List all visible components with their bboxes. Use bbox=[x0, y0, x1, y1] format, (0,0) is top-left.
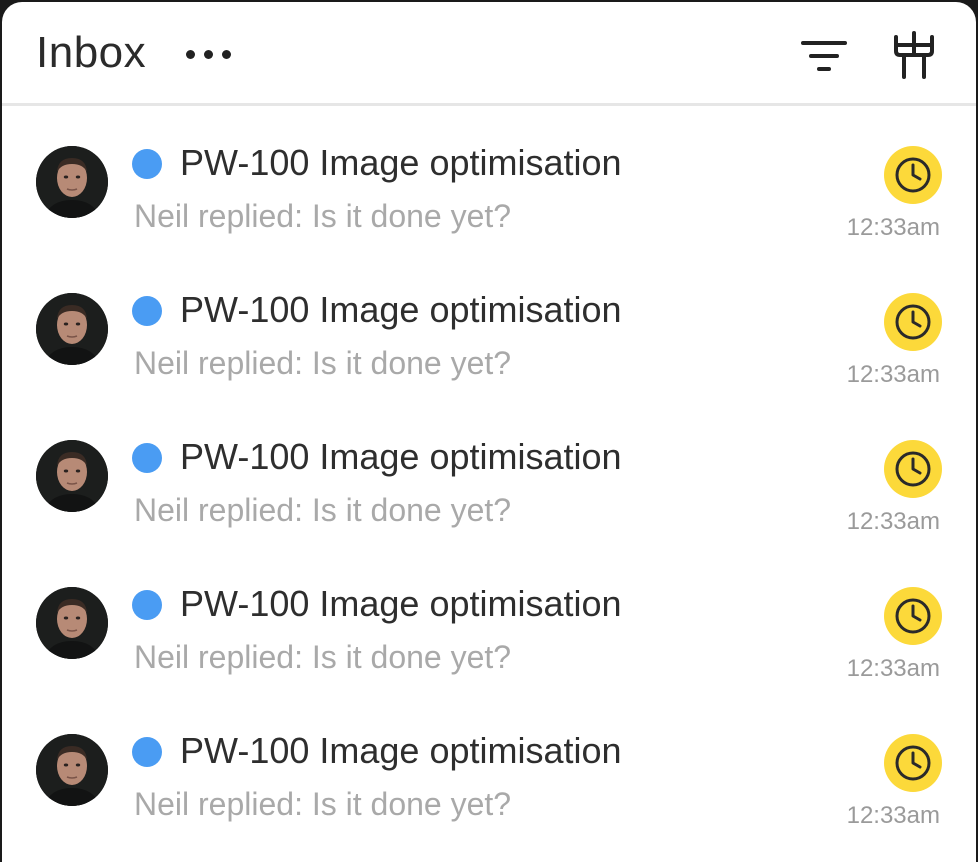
avatar bbox=[36, 146, 108, 218]
clock-icon[interactable] bbox=[884, 734, 942, 792]
inbox-title: Inbox bbox=[36, 28, 147, 77]
unread-indicator bbox=[132, 590, 162, 620]
item-title: PW-100 Image optimisation bbox=[180, 730, 622, 771]
item-time: 12:33am bbox=[846, 361, 940, 388]
more-dot bbox=[222, 49, 231, 59]
unread-indicator bbox=[132, 149, 162, 179]
list-item[interactable]: PW-100 Image optimisation Neil replied: … bbox=[2, 106, 976, 253]
avatar bbox=[36, 440, 108, 512]
more-dot bbox=[204, 49, 213, 59]
clock-icon[interactable] bbox=[884, 146, 942, 204]
inbox-header: Inbox bbox=[2, 2, 976, 106]
settings-icon[interactable] bbox=[888, 30, 940, 82]
notification-list: PW-100 Image optimisation Neil replied: … bbox=[2, 106, 976, 841]
item-subtitle: Neil replied: Is it done yet? bbox=[134, 492, 512, 528]
item-time: 12:33am bbox=[846, 214, 940, 241]
more-horizontal-icon[interactable] bbox=[186, 46, 240, 62]
clock-icon[interactable] bbox=[884, 587, 942, 645]
unread-indicator bbox=[132, 737, 162, 767]
avatar bbox=[36, 587, 108, 659]
avatar bbox=[36, 734, 108, 806]
clock-icon[interactable] bbox=[884, 440, 942, 498]
item-time: 12:33am bbox=[846, 655, 940, 682]
item-title: PW-100 Image optimisation bbox=[180, 142, 622, 183]
item-title: PW-100 Image optimisation bbox=[180, 583, 622, 624]
unread-indicator bbox=[132, 296, 162, 326]
list-item[interactable]: PW-100 Image optimisation Neil replied: … bbox=[2, 253, 976, 400]
item-subtitle: Neil replied: Is it done yet? bbox=[134, 639, 512, 675]
list-item[interactable]: PW-100 Image optimisation Neil replied: … bbox=[2, 694, 976, 841]
unread-indicator bbox=[132, 443, 162, 473]
inbox-panel: Inbox PW-100 Image optimisation Neil rep… bbox=[2, 2, 976, 862]
item-time: 12:33am bbox=[846, 802, 940, 829]
item-title: PW-100 Image optimisation bbox=[180, 289, 622, 330]
filter-icon[interactable] bbox=[798, 30, 850, 82]
avatar bbox=[36, 293, 108, 365]
item-subtitle: Neil replied: Is it done yet? bbox=[134, 786, 512, 822]
item-subtitle: Neil replied: Is it done yet? bbox=[134, 345, 512, 381]
item-title: PW-100 Image optimisation bbox=[180, 436, 622, 477]
list-item[interactable]: PW-100 Image optimisation Neil replied: … bbox=[2, 547, 976, 694]
more-dot bbox=[186, 49, 195, 59]
clock-icon[interactable] bbox=[884, 293, 942, 351]
item-subtitle: Neil replied: Is it done yet? bbox=[134, 198, 512, 234]
item-time: 12:33am bbox=[846, 508, 940, 535]
list-item[interactable]: PW-100 Image optimisation Neil replied: … bbox=[2, 400, 976, 547]
